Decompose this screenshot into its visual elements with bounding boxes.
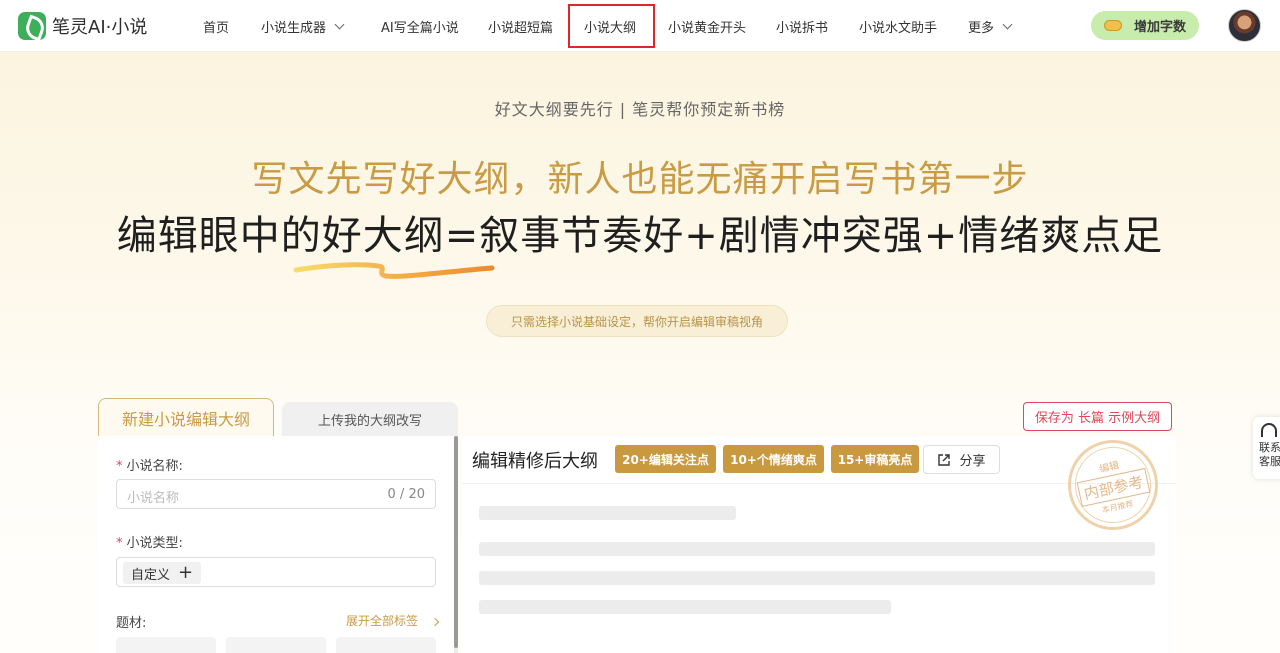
nav-full-novel[interactable]: AI写全篇小说 xyxy=(381,0,459,52)
loading-skeleton-line xyxy=(479,600,891,614)
stamp-top-text: 编辑 xyxy=(1098,459,1121,475)
user-avatar[interactable] xyxy=(1228,9,1261,42)
feature-badge: 20+编辑关注点 xyxy=(615,445,716,473)
theme-chip[interactable] xyxy=(116,637,216,653)
nav-more[interactable]: 更多 xyxy=(968,0,1013,52)
novel-type-label: * 小说类型: xyxy=(116,532,183,551)
novel-type-field[interactable]: 自定义 + xyxy=(116,557,436,587)
required-mark: * xyxy=(116,459,123,474)
expand-all-tags-link[interactable]: 展开全部标签 xyxy=(346,612,440,629)
hero-formula: 编辑眼中的好大纲=叙事节奏好+剧情冲突强+情绪爽点足 xyxy=(116,213,1164,259)
contact-label-2: 客服 xyxy=(1259,455,1280,468)
custom-type-label: 自定义 xyxy=(131,567,171,583)
custom-type-tag[interactable]: 自定义 + xyxy=(123,562,202,584)
expand-all-tags-label: 展开全部标签 xyxy=(346,614,419,628)
underline-swoosh xyxy=(293,262,495,279)
headset-icon xyxy=(1261,423,1277,437)
theme-chip[interactable] xyxy=(336,637,436,653)
novel-name-label: * 小说名称: xyxy=(116,455,183,474)
add-words-label: 增加字数 xyxy=(1133,20,1186,35)
result-panel-title: 编辑精修后大纲 xyxy=(472,451,598,472)
save-sample-outline-button[interactable]: 保存为 长篇 示例大纲 xyxy=(1023,402,1172,431)
nav-novel-generator[interactable]: 小说生成器 xyxy=(261,0,345,52)
feather-logo-icon xyxy=(18,12,46,40)
brand-name: 笔灵AI·小说 xyxy=(52,17,148,38)
chevron-right-icon xyxy=(430,617,440,627)
plus-icon[interactable]: + xyxy=(178,564,193,582)
novel-name-label-text: 小说名称: xyxy=(126,459,183,474)
nav-book-breakdown[interactable]: 小说拆书 xyxy=(776,0,828,52)
chevron-down-icon xyxy=(334,19,345,29)
loading-skeleton-line xyxy=(479,542,1155,556)
nav-home[interactable]: 首页 xyxy=(203,0,229,52)
coin-icon xyxy=(1103,20,1122,31)
novel-type-label-text: 小说类型: xyxy=(126,536,183,551)
feature-badge: 15+审稿亮点 xyxy=(831,445,919,473)
chevron-down-icon xyxy=(1002,19,1013,29)
required-mark: * xyxy=(116,536,123,551)
theme-label: 题材: xyxy=(116,616,147,631)
nav-filler-assistant[interactable]: 小说水文助手 xyxy=(859,0,937,52)
theme-chip[interactable] xyxy=(226,637,326,653)
feature-badge: 10+个情绪爽点 xyxy=(723,445,824,473)
tab-upload-outline[interactable]: 上传我的大纲改写 xyxy=(282,402,458,436)
share-button[interactable]: 分享 xyxy=(923,445,1000,474)
hero-headline: 写文先写好大纲，新人也能无痛开启写书第一步 xyxy=(251,159,1029,200)
contact-label-1: 联系 xyxy=(1259,441,1280,454)
hero-subline: 好文大纲要先行 | 笔灵帮你预定新书榜 xyxy=(494,100,786,119)
nav-more-label: 更多 xyxy=(968,20,995,36)
loading-skeleton-line xyxy=(479,506,736,520)
share-icon xyxy=(938,453,951,466)
char-counter: 0 / 20 xyxy=(387,487,425,502)
contact-support-widget[interactable]: 联系 客服 xyxy=(1253,417,1280,479)
hero-tip-pill: 只需选择小说基础设定，帮你开启编辑审稿视角 xyxy=(486,305,788,337)
stamp-inner: 编辑 内部参考 本月推荐 xyxy=(1067,439,1159,531)
add-words-button[interactable]: 增加字数 xyxy=(1091,11,1199,40)
brand-logo[interactable]: 笔灵AI·小说 xyxy=(18,12,147,40)
novel-name-input[interactable]: 小说名称 0 / 20 xyxy=(116,479,436,509)
share-label: 分享 xyxy=(959,454,986,469)
nav-short-story[interactable]: 小说超短篇 xyxy=(488,0,553,52)
form-scrollbar-thumb[interactable] xyxy=(454,436,458,648)
novel-name-placeholder: 小说名称 xyxy=(127,491,180,506)
tab-new-outline[interactable]: 新建小说编辑大纲 xyxy=(98,398,274,436)
nav-active-highlight xyxy=(568,4,655,48)
loading-skeleton-line xyxy=(479,571,1155,585)
nav-novel-generator-label: 小说生成器 xyxy=(261,20,327,36)
nav-golden-opening[interactable]: 小说黄金开头 xyxy=(668,0,746,52)
